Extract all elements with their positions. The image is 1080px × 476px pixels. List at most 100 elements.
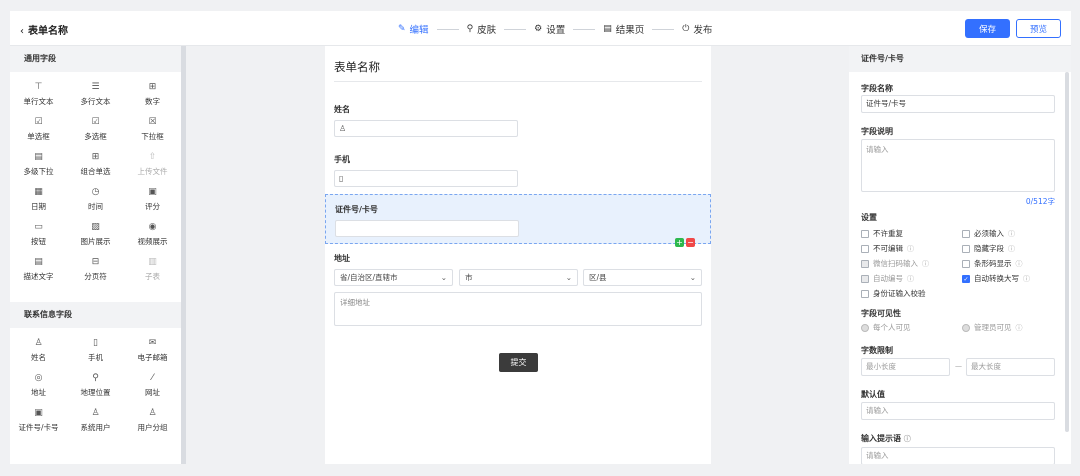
phone-icon: ▯	[93, 338, 98, 348]
checkbox-icon	[861, 274, 869, 283]
idcard-input[interactable]	[335, 220, 519, 237]
panel-scrollbar[interactable]	[1065, 72, 1069, 432]
visibility-admin-radio[interactable]: 管理员可见 ⓘ	[962, 322, 1023, 333]
max-length-input[interactable]: 最大长度	[966, 358, 1055, 376]
save-button[interactable]: 保存	[965, 19, 1010, 38]
result-icon: ▤	[603, 24, 612, 34]
palette-field-label: 单选框	[27, 132, 50, 141]
rating-icon: ▣	[148, 187, 157, 197]
palette-field-label: 多级下拉	[23, 167, 54, 176]
field-desc-textarea[interactable]: 请输入	[861, 139, 1055, 192]
palette-field-label: 姓名	[31, 353, 46, 362]
address-detail-textarea[interactable]: 详细地址	[334, 292, 702, 326]
submit-button[interactable]: 提交	[499, 353, 538, 372]
pager-icon: ⊟	[91, 257, 100, 267]
palette-field-general-12[interactable]: ▭ 按钮	[10, 222, 67, 257]
field-name-label: 字段名称	[861, 84, 893, 93]
desc-char-count: 0/512字	[1025, 197, 1055, 206]
setting-option-4[interactable]: 微信扫码输入 ⓘ	[861, 258, 929, 269]
palette-field-general-2[interactable]: ⊞ 数字	[124, 82, 181, 117]
setting-option-3[interactable]: 隐藏字段 ⓘ	[962, 243, 1015, 254]
palette-field-contact-0[interactable]: ♙ 姓名	[10, 338, 67, 373]
remove-field-icon[interactable]: −	[686, 238, 695, 247]
palette-field-general-6[interactable]: ▤ 多级下拉	[10, 152, 67, 187]
desc-icon: ▤	[34, 257, 43, 267]
step-settings[interactable]: ⚙ 设置	[534, 22, 565, 36]
palette-field-general-7[interactable]: ⊞ 组合单选	[67, 152, 124, 187]
palette-field-general-14[interactable]: ◉ 视频展示	[124, 222, 181, 257]
help-icon: ⓘ	[922, 259, 929, 268]
phone-input[interactable]: ▯	[334, 170, 518, 187]
brush-icon: ⚲	[466, 24, 474, 34]
mail-icon: ✉	[148, 338, 157, 348]
setting-option-5[interactable]: 条形码显示 ⓘ	[962, 258, 1023, 269]
person-icon: ♙	[34, 338, 43, 348]
palette-field-general-0[interactable]: ⊤ 单行文本	[10, 82, 67, 117]
palette-field-general-10[interactable]: ◷ 时间	[67, 187, 124, 222]
palette-field-contact-4[interactable]: ⚲ 地理位置	[67, 373, 124, 408]
palette-field-general-3[interactable]: ☑ 单选框	[10, 117, 67, 152]
checkbox-icon	[861, 244, 869, 253]
setting-option-1[interactable]: 必须输入 ⓘ	[962, 228, 1015, 239]
name-input[interactable]: ♙	[334, 120, 518, 137]
contact-fields-heading: 联系信息字段	[10, 302, 181, 328]
form-title[interactable]: 表单名称	[334, 59, 380, 75]
selected-field-idcard[interactable]: 证件号/卡号 + −	[325, 194, 711, 247]
palette-field-general-9[interactable]: ▦ 日期	[10, 187, 67, 222]
visibility-everyone-radio[interactable]: 每个人可见	[861, 322, 911, 333]
contact-fields-grid: ♙ 姓名 ▯ 手机 ✉ 电子邮箱 ◎ 地址 ⚲ 地理位置 ⁄ 网址 ▣ 证件号/卡号 ♙ 系统用户 ♙ 用户分组	[10, 328, 181, 443]
add-field-icon[interactable]: +	[675, 238, 684, 247]
city-select[interactable]: 市 ⌄	[459, 269, 578, 286]
district-select[interactable]: 区/县 ⌄	[583, 269, 702, 286]
palette-field-general-15[interactable]: ▤ 描述文字	[10, 257, 67, 292]
palette-field-general-17[interactable]: ▥ 子表	[124, 257, 181, 292]
setting-option-8[interactable]: 身份证输入校验	[861, 288, 926, 299]
palette-field-label: 网址	[145, 388, 160, 397]
palette-field-contact-7[interactable]: ♙ 系统用户	[67, 408, 124, 443]
group-icon: ♙	[148, 408, 157, 418]
setting-option-7[interactable]: ✓ 自动转换大写 ⓘ	[962, 273, 1030, 284]
phone-icon: ▯	[339, 174, 344, 183]
palette-field-contact-6[interactable]: ▣ 证件号/卡号	[10, 408, 67, 443]
back-button[interactable]: ‹ 表单名称	[20, 22, 68, 37]
checkbox-icon	[962, 229, 970, 238]
step-skin[interactable]: ⚲ 皮肤	[467, 22, 497, 36]
palette-scrollbar[interactable]	[181, 46, 186, 464]
palette-field-contact-2[interactable]: ✉ 电子邮箱	[124, 338, 181, 373]
help-icon: ⓘ	[1015, 323, 1023, 332]
palette-field-general-13[interactable]: ▨ 图片展示	[67, 222, 124, 257]
person-icon: ♙	[339, 124, 347, 133]
preview-button[interactable]: 预览	[1016, 19, 1061, 38]
palette-field-general-4[interactable]: ☑ 多选框	[67, 117, 124, 152]
setting-option-2[interactable]: 不可编辑 ⓘ	[861, 243, 914, 254]
min-length-input[interactable]: 最小长度	[861, 358, 950, 376]
default-value-input[interactable]: 请输入	[861, 402, 1055, 420]
setting-option-0[interactable]: 不许重复	[861, 228, 903, 239]
link-icon: ⁄	[151, 373, 154, 383]
step-edit[interactable]: ✎ 编辑	[398, 22, 429, 36]
checkbox-icon	[861, 259, 869, 268]
step-publish[interactable]: ⏻ 发布	[682, 22, 712, 36]
palette-field-contact-5[interactable]: ⁄ 网址	[124, 373, 181, 408]
palette-field-contact-1[interactable]: ▯ 手机	[67, 338, 124, 373]
radio-icon	[861, 323, 869, 332]
input-hint-input[interactable]: 请输入	[861, 447, 1055, 464]
palette-field-general-1[interactable]: ☰ 多行文本	[67, 82, 124, 117]
palette-field-general-8[interactable]: ⇧ 上传文件	[124, 152, 181, 187]
field-properties-panel: 证件号/卡号 字段名称 证件号/卡号 字段说明 请输入 0/512字 设置 不许…	[849, 46, 1071, 464]
field-name-input[interactable]: 证件号/卡号	[861, 95, 1055, 113]
radio-icon: ☑	[34, 117, 43, 127]
palette-field-label: 日期	[31, 202, 46, 211]
top-bar: ‹ 表单名称 ✎ 编辑 ⚲ 皮肤 ⚙ 设置 ▤ 结果页 ⏻ 发布 保存 预览	[10, 11, 1071, 46]
form-name-title: 表单名称	[28, 26, 68, 37]
palette-field-contact-8[interactable]: ♙ 用户分组	[124, 408, 181, 443]
name-field-label: 姓名	[334, 105, 350, 114]
palette-field-contact-3[interactable]: ◎ 地址	[10, 373, 67, 408]
palette-field-general-11[interactable]: ▣ 评分	[124, 187, 181, 222]
palette-field-general-16[interactable]: ⊟ 分页符	[67, 257, 124, 292]
province-select[interactable]: 省/自治区/直辖市 ⌄	[334, 269, 453, 286]
setting-option-6[interactable]: 自动编号 ⓘ	[861, 273, 914, 284]
step-result[interactable]: ▤ 结果页	[603, 22, 644, 36]
step-divider	[652, 28, 675, 30]
palette-field-general-5[interactable]: ☒ 下拉框	[124, 117, 181, 152]
